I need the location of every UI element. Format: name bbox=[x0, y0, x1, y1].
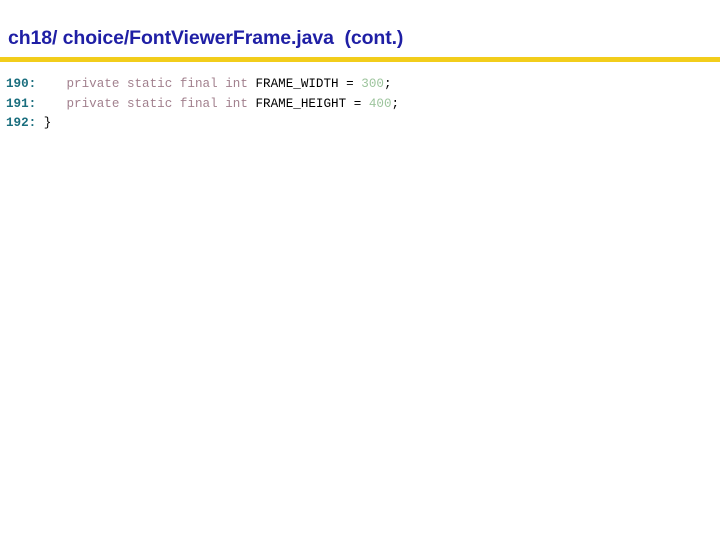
slide-canvas: ch18/ choice/FontViewerFrame.java (cont.… bbox=[0, 0, 720, 540]
code-token-identifier: = bbox=[338, 77, 362, 91]
code-token-keyword: static bbox=[126, 77, 173, 91]
code-token-keyword: static bbox=[126, 96, 173, 111]
code-token-keyword: final bbox=[179, 77, 218, 91]
code-token-keyword: private bbox=[66, 96, 120, 111]
code-line-number: 191: bbox=[6, 96, 37, 111]
page-title: ch18/ choice/FontViewerFrame.java (cont.… bbox=[8, 27, 404, 49]
code-line: 191: private static final int FRAME_HEIG… bbox=[6, 95, 399, 115]
code-token-punc: } bbox=[43, 116, 52, 131]
code-token-keyword: private bbox=[66, 77, 120, 91]
code-token-keyword: final bbox=[179, 96, 218, 111]
code-token-identifier: FRAME_HEIGHT bbox=[255, 96, 347, 111]
code-token-keyword: int bbox=[225, 77, 248, 91]
code-token-identifier: = bbox=[346, 96, 369, 111]
code-line: 192: } bbox=[6, 114, 399, 134]
title-divider-rule bbox=[0, 57, 720, 62]
code-token-number: 400 bbox=[368, 96, 392, 111]
code-line: 190: private static final int FRAME_WIDT… bbox=[6, 75, 399, 95]
code-line-number: 192: bbox=[6, 116, 37, 131]
code-token-punc: ; bbox=[391, 96, 400, 111]
code-token-punc: ; bbox=[383, 77, 392, 91]
code-token-identifier: FRAME_WIDTH bbox=[255, 77, 339, 91]
code-token-keyword: int bbox=[225, 96, 248, 111]
code-listing: 190: private static final int FRAME_WIDT… bbox=[6, 75, 399, 134]
code-token-number: 300 bbox=[361, 77, 384, 91]
code-line-number: 190: bbox=[6, 77, 37, 91]
